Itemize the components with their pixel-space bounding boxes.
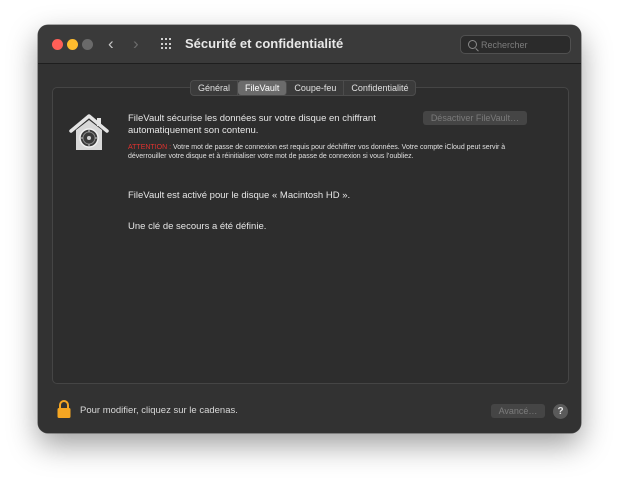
filevault-status: FileVault est activé pour le disque « Ma…: [128, 190, 351, 201]
title-bar: ‹ › Sécurité et confidentialité: [38, 25, 581, 64]
grid-icon[interactable]: [161, 38, 173, 50]
warning-label: ATTENTION :: [128, 144, 172, 151]
tab-privacy[interactable]: Confidentialité: [344, 81, 415, 95]
search-input[interactable]: [481, 38, 567, 51]
warning-text: Votre mot de passe de connexion est requ…: [128, 144, 506, 160]
filevault-description: FileVault sécurise les données sur votre…: [128, 113, 376, 136]
forward-icon[interactable]: ›: [133, 34, 139, 54]
filevault-warning: ATTENTION : Votre mot de passe de connex…: [128, 143, 538, 161]
tab-firewall[interactable]: Coupe-feu: [287, 81, 345, 95]
lock-icon[interactable]: [56, 399, 72, 419]
tab-bar: Général FileVault Coupe-feu Confidential…: [190, 80, 417, 96]
help-button[interactable]: ?: [553, 404, 568, 419]
tab-filevault[interactable]: FileVault: [238, 81, 288, 95]
recovery-key-status: Une clé de secours a été définie.: [128, 221, 267, 232]
filevault-house-icon: [69, 114, 109, 150]
search-icon: [468, 40, 477, 49]
back-icon[interactable]: ‹: [108, 34, 114, 54]
window-title: Sécurité et confidentialité: [185, 36, 344, 51]
preferences-window: ‹ › Sécurité et confidentialité Général …: [38, 25, 581, 433]
tab-general[interactable]: Général: [191, 81, 239, 95]
zoom-button[interactable]: [82, 39, 93, 50]
lock-hint: Pour modifier, cliquez sur le cadenas.: [80, 405, 238, 416]
close-button[interactable]: [52, 39, 63, 50]
disable-filevault-button[interactable]: Désactiver FileVault…: [423, 111, 527, 125]
advanced-button[interactable]: Avancé…: [491, 404, 545, 418]
minimize-button[interactable]: [67, 39, 78, 50]
search-field[interactable]: [460, 35, 571, 54]
